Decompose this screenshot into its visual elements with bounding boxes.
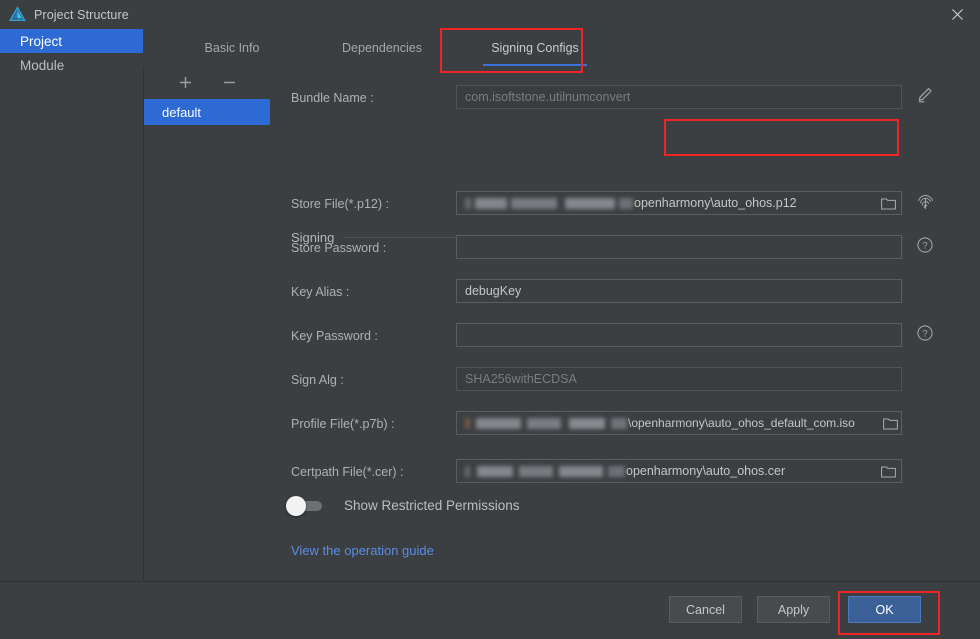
folder-icon[interactable]	[878, 194, 898, 212]
profile-file-label: Profile File(*.p7b) :	[291, 417, 395, 431]
sidebar-item-label: Module	[20, 57, 65, 73]
show-restricted-permissions-label: Show Restricted Permissions	[344, 498, 520, 513]
key-alias-value: debugKey	[465, 284, 522, 298]
apply-button[interactable]: Apply	[757, 596, 830, 623]
sign-alg-label: Sign Alg :	[291, 373, 344, 387]
store-password-input[interactable]	[456, 235, 902, 259]
store-file-label: Store File(*.p12) :	[291, 197, 389, 211]
store-file-input[interactable]: openharmony\auto_ohos.p12	[456, 191, 902, 215]
show-restricted-permissions-row: Show Restricted Permissions	[286, 495, 520, 516]
sign-alg-input[interactable]: SHA256withECDSA	[456, 367, 902, 391]
redacted-path-prefix	[465, 197, 633, 209]
window-title: Project Structure	[34, 7, 129, 22]
dialog-footer: Cancel Apply OK	[0, 581, 980, 639]
close-icon[interactable]	[934, 0, 980, 29]
ok-button-label: OK	[875, 602, 894, 617]
add-config-button[interactable]	[176, 74, 194, 92]
svg-text:?: ?	[922, 329, 927, 340]
deveco-logo-icon	[9, 6, 26, 23]
help-icon[interactable]: ?	[915, 323, 935, 343]
key-alias-input[interactable]: debugKey	[456, 279, 902, 303]
signing-configs-form: Bundle Name : com.isoftstone.utilnumconv…	[270, 66, 980, 582]
key-password-label: Key Password :	[291, 329, 378, 343]
help-icon[interactable]: ?	[915, 235, 935, 255]
title-bar: Project Structure	[0, 0, 980, 30]
key-alias-label: Key Alias :	[291, 285, 350, 299]
certpath-file-label: Certpath File(*.cer) :	[291, 465, 404, 479]
store-password-label: Store Password :	[291, 241, 387, 255]
cancel-button[interactable]: Cancel	[669, 596, 742, 623]
tab-label: Signing Configs	[491, 40, 579, 55]
cancel-button-label: Cancel	[686, 602, 725, 617]
tab-label: Dependencies	[342, 40, 422, 55]
tab-label: Basic Info	[204, 40, 260, 55]
redacted-path-prefix	[465, 417, 627, 429]
remove-config-button[interactable]	[220, 74, 238, 92]
sidebar-item-label: Project	[20, 33, 63, 49]
sign-alg-value: SHA256withECDSA	[465, 372, 577, 386]
category-list: Project Module	[0, 29, 144, 582]
bundle-name-label: Bundle Name :	[291, 91, 374, 105]
pencil-icon[interactable]	[915, 85, 935, 105]
folder-icon[interactable]	[880, 414, 900, 432]
store-file-value: openharmony\auto_ohos.p12	[634, 196, 797, 210]
tab-signing-configs[interactable]: Signing Configs	[471, 29, 599, 66]
sidebar-item-project[interactable]: Project	[0, 29, 143, 53]
signing-config-list: default	[144, 66, 271, 582]
toggle-knob	[286, 495, 306, 516]
bundle-name-value: com.isoftstone.utilnumconvert	[465, 90, 631, 104]
fingerprint-icon[interactable]	[915, 191, 935, 211]
tab-basic-info[interactable]: Basic Info	[168, 29, 296, 66]
config-item-label: default	[162, 104, 202, 120]
redacted-path-prefix	[465, 465, 625, 477]
list-item[interactable]: default	[144, 99, 270, 125]
tab-strip: Basic Info Dependencies Signing Configs	[143, 29, 980, 67]
config-list-toolbar	[144, 66, 270, 99]
operation-guide-link[interactable]: View the operation guide	[291, 543, 434, 558]
profile-file-value: \openharmony\auto_ohos_default_com.iso	[628, 416, 855, 430]
folder-icon[interactable]	[878, 462, 898, 480]
show-restricted-permissions-toggle[interactable]	[286, 495, 322, 516]
certpath-file-value: openharmony\auto_ohos.cer	[626, 464, 786, 478]
apply-button-label: Apply	[777, 602, 810, 617]
sidebar-item-module[interactable]: Module	[0, 53, 143, 77]
tab-dependencies[interactable]: Dependencies	[318, 29, 446, 66]
ok-button[interactable]: OK	[848, 596, 921, 623]
key-password-input[interactable]	[456, 323, 902, 347]
svg-text:?: ?	[922, 241, 927, 252]
profile-file-input[interactable]: \openharmony\auto_ohos_default_com.iso	[456, 411, 902, 435]
bundle-name-input[interactable]: com.isoftstone.utilnumconvert	[456, 85, 902, 109]
project-structure-dialog: Project Structure Project Module Basic I…	[0, 0, 980, 639]
certpath-file-input[interactable]: openharmony\auto_ohos.cer	[456, 459, 902, 483]
